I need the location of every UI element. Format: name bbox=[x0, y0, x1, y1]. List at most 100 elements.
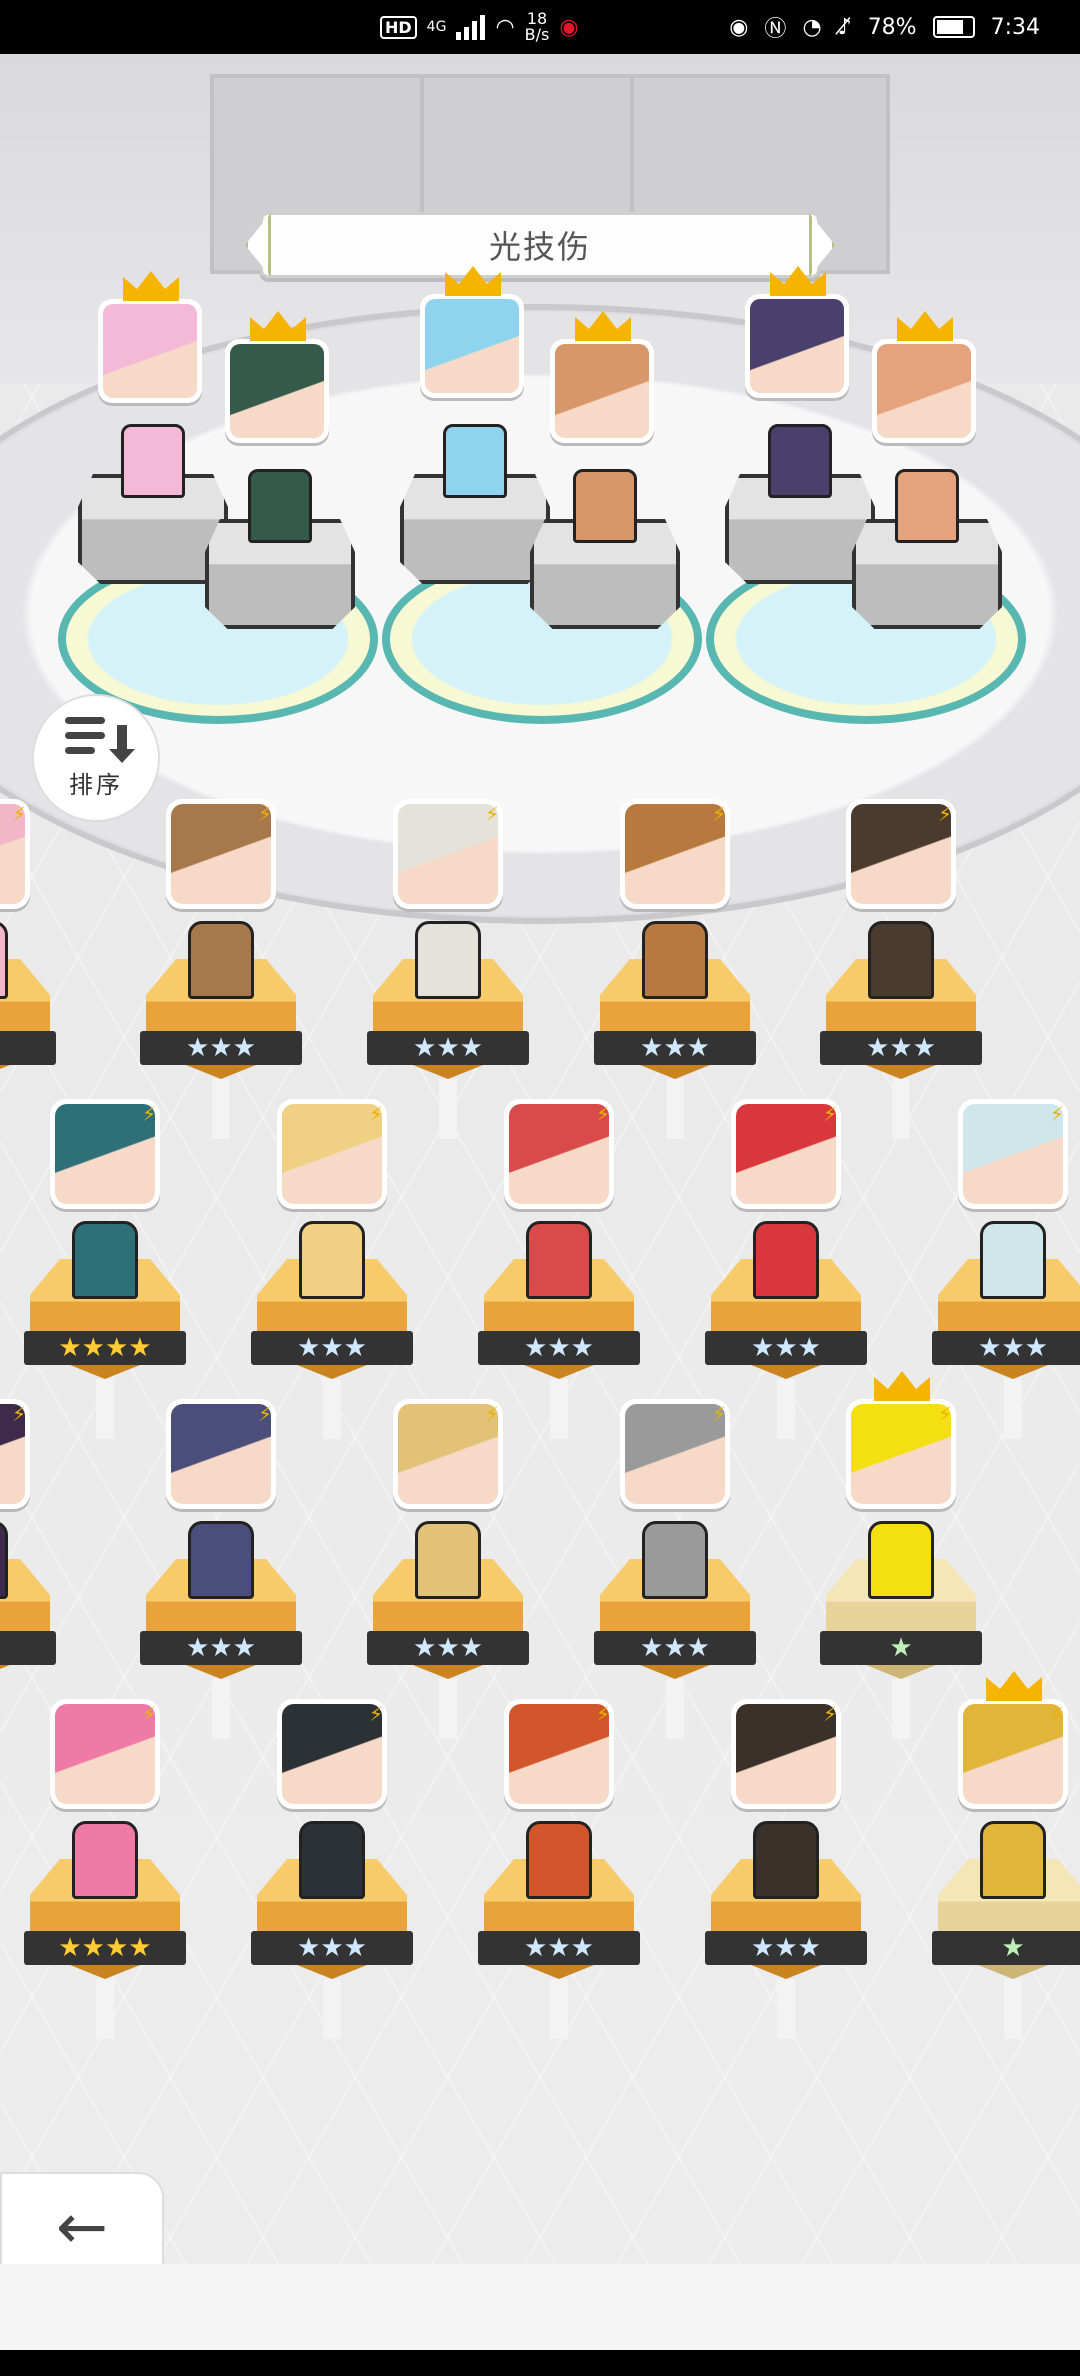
hero-face bbox=[509, 1704, 609, 1804]
hero-card[interactable]: ★★★ ⚡ bbox=[251, 1099, 427, 1439]
hero-star-rating: ★★★★ bbox=[24, 1931, 186, 1965]
hero-sprite bbox=[299, 1821, 365, 1899]
hero-sprite bbox=[299, 1221, 365, 1299]
hero-card[interactable]: ★★★ ⚡ bbox=[594, 1399, 770, 1739]
formation-title-banner: 光技伤 bbox=[245, 209, 835, 281]
team-member-portrait[interactable] bbox=[872, 311, 976, 443]
hero-face bbox=[171, 804, 271, 904]
hero-card[interactable]: ★★★ ⚡ bbox=[932, 1099, 1080, 1439]
hero-stand-pole bbox=[777, 1979, 795, 2039]
hero-face bbox=[509, 1104, 609, 1204]
hero-stand-pole bbox=[666, 1679, 684, 1739]
banner-left-arrow bbox=[245, 213, 271, 277]
system-nav-bar bbox=[0, 2350, 1080, 2376]
hero-stand-pole bbox=[550, 1979, 568, 2039]
mute-icon: ♪̸ bbox=[837, 14, 852, 40]
hero-card[interactable]: ★★★ ⚡ bbox=[705, 1099, 881, 1439]
hd-badge: HD bbox=[380, 15, 417, 39]
eye-icon: ◉ bbox=[729, 14, 749, 40]
battery-level: 78% bbox=[867, 14, 917, 40]
back-button[interactable]: ← 返回 bbox=[0, 2172, 164, 2264]
hero-stand-pole bbox=[439, 1679, 457, 1739]
hero-card[interactable]: ★★★ ⚡ bbox=[367, 799, 543, 1139]
team-member-sprite[interactable] bbox=[768, 424, 832, 498]
hero-card[interactable]: ★★★ ⚡ bbox=[140, 799, 316, 1139]
formation-title: 光技伤 bbox=[260, 212, 820, 278]
hero-stand-pole bbox=[1004, 1379, 1022, 1439]
light-element-icon: ⚡ bbox=[712, 1402, 727, 1426]
hero-star-rating: ★★★ bbox=[594, 1031, 756, 1065]
hero-card[interactable]: ★★★ ⚡ bbox=[820, 799, 996, 1139]
hero-card[interactable]: ★ ⚡ bbox=[932, 1671, 1080, 2039]
team-member-sprite[interactable] bbox=[895, 469, 959, 543]
battery-icon bbox=[932, 16, 975, 38]
hero-stand-pole bbox=[96, 1379, 114, 1439]
hero-face bbox=[55, 1704, 155, 1804]
light-element-icon: ⚡ bbox=[369, 1702, 384, 1726]
hero-sprite bbox=[0, 921, 8, 999]
team-member-portrait[interactable] bbox=[420, 266, 524, 398]
hero-star-rating: ★★★ bbox=[594, 1631, 756, 1665]
hero-card[interactable]: ★ ⚡ bbox=[820, 1371, 996, 1739]
hero-star-rating: ★★★ bbox=[140, 1631, 302, 1665]
hero-card[interactable]: ★★★ ⚡ bbox=[478, 1099, 654, 1439]
hero-sprite bbox=[642, 921, 708, 999]
hero-card[interactable]: ★★★ ⚡ bbox=[705, 1699, 881, 2039]
hero-star-rating: ★★★ bbox=[820, 1031, 982, 1065]
hero-card[interactable]: ★★★★ ⚡ bbox=[24, 1699, 200, 2039]
light-element-icon: ⚡ bbox=[12, 802, 27, 826]
light-element-icon: ⚡ bbox=[938, 802, 953, 826]
hero-card[interactable]: ★★★ ⚡ bbox=[251, 1699, 427, 2039]
status-left: HD 4G ◠ 18 B/s ◉ bbox=[380, 0, 579, 54]
hero-card[interactable]: ★★★ ⚡ bbox=[478, 1699, 654, 2039]
crown-icon bbox=[874, 1371, 930, 1401]
hero-sprite bbox=[415, 921, 481, 999]
team-member-sprite[interactable] bbox=[443, 424, 507, 498]
signal-icon bbox=[456, 14, 486, 40]
hero-stand-pole bbox=[212, 1679, 230, 1739]
hero-face bbox=[282, 1704, 382, 1804]
hero-card[interactable]: ★★★★ ⚡ bbox=[24, 1099, 200, 1439]
hero-sprite bbox=[980, 1221, 1046, 1299]
hero-star-rating: ★★★ bbox=[251, 1331, 413, 1365]
hero-face bbox=[171, 1404, 271, 1504]
hero-stand-pole bbox=[666, 1079, 684, 1139]
hero-face bbox=[877, 344, 971, 438]
hero-sprite bbox=[526, 1821, 592, 1899]
team-member-portrait[interactable] bbox=[225, 311, 329, 443]
light-element-icon: ⚡ bbox=[596, 1102, 611, 1126]
team-member-portrait[interactable] bbox=[745, 266, 849, 398]
hero-sprite bbox=[868, 921, 934, 999]
hero-face bbox=[555, 344, 649, 438]
hero-sprite bbox=[642, 1521, 708, 1599]
hero-sprite bbox=[868, 1521, 934, 1599]
hero-star-rating: ★ bbox=[932, 1931, 1080, 1965]
nfc-icon: Ⓝ bbox=[764, 17, 787, 42]
hero-star-rating: ★★★ bbox=[932, 1331, 1080, 1365]
team-member-portrait[interactable] bbox=[98, 271, 202, 403]
hero-star-rating: ★★★ bbox=[367, 1631, 529, 1665]
light-element-icon: ⚡ bbox=[12, 1402, 27, 1426]
hero-card[interactable]: ★★★ ⚡ bbox=[594, 799, 770, 1139]
hero-sprite bbox=[753, 1821, 819, 1899]
hero-stand-pole bbox=[892, 1079, 910, 1139]
bottom-bar bbox=[0, 2264, 1080, 2350]
hero-sprite bbox=[188, 921, 254, 999]
clock: 7:34 bbox=[990, 14, 1040, 40]
team-member-portrait[interactable] bbox=[550, 311, 654, 443]
hero-card[interactable]: ★★★ ⚡ bbox=[140, 1399, 316, 1739]
team-member-sprite[interactable] bbox=[248, 469, 312, 543]
hero-face bbox=[103, 304, 197, 398]
hero-card[interactable]: ★★★ ⚡ bbox=[367, 1399, 543, 1739]
hero-star-rating: ★★ bbox=[0, 1631, 56, 1665]
hero-stand-pole bbox=[550, 1379, 568, 1439]
alarm-icon: ◔ bbox=[802, 14, 822, 40]
hero-face bbox=[851, 804, 951, 904]
hero-card[interactable]: ★★ ⚡ bbox=[0, 799, 70, 1099]
light-element-icon: ⚡ bbox=[142, 1702, 157, 1726]
team-member-sprite[interactable] bbox=[573, 469, 637, 543]
network-tag: 4G bbox=[426, 19, 447, 35]
team-member-sprite[interactable] bbox=[121, 424, 185, 498]
hero-card[interactable]: ★★ ⚡ bbox=[0, 1399, 70, 1699]
hero-face bbox=[851, 1404, 951, 1504]
